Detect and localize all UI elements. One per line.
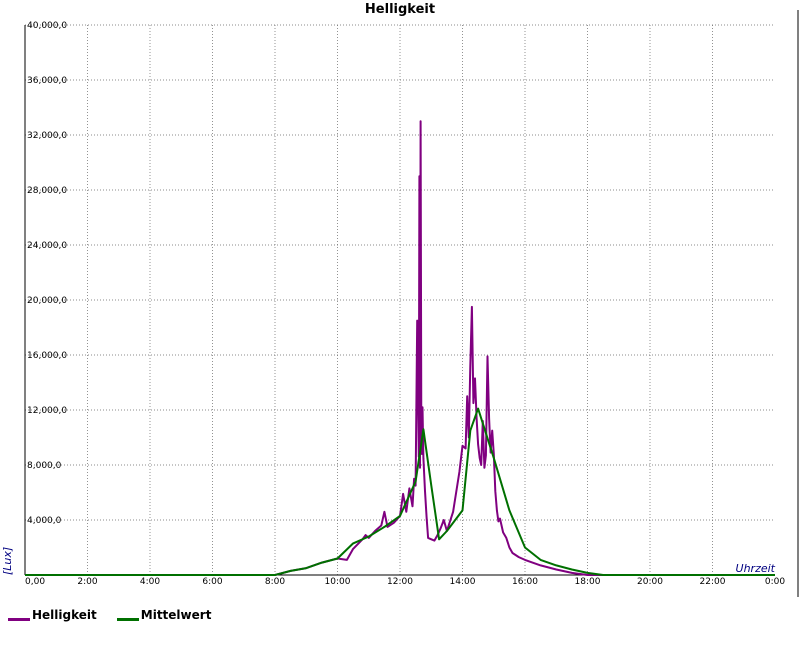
x-tick-label: 14:00	[450, 577, 476, 587]
y-tick-label: 16,000,0	[27, 351, 67, 361]
series-line-helligkeit	[25, 120, 775, 576]
x-tick-label: 10:00	[325, 577, 351, 587]
x-tick-label: 20:00	[637, 577, 663, 587]
y-tick-labels: 4,000,0 8,000,0 12,000,0 16,000,0 20,000,0 24…	[27, 21, 67, 526]
x-tick-label: 0:00	[765, 577, 785, 587]
y-tick-label: 36,000,0	[27, 76, 67, 86]
y-axis-label: [Lux]	[1, 547, 14, 575]
x-tick-label: 16:00	[512, 577, 538, 587]
legend-swatch-mittelwert	[116, 617, 139, 621]
x-tick-label: 8:00	[265, 577, 285, 587]
y-tick-label: 28,000,0	[27, 186, 67, 196]
x-tick-labels: 0,00 2:00 4:00 6:00 8:00 10:00 12:00 14:00 16:00…	[25, 577, 785, 587]
legend-label-helligkeit: Helligkeit	[32, 608, 97, 622]
legend-label-mittelwert: Mittelwert	[140, 608, 212, 622]
y-tick-label: 24,000,0	[27, 241, 67, 251]
y-tick-label: 4,000,0	[27, 516, 62, 526]
legend-item-helligkeit: Helligkeit	[8, 608, 97, 622]
y-tick-label: 20,000,0	[27, 296, 67, 306]
legend-swatch-helligkeit	[8, 617, 30, 621]
x-tick-label: 4:00	[140, 577, 160, 587]
y-tick-label: 32,000,0	[27, 131, 67, 141]
y-tick-label: 8,000,0	[27, 461, 62, 471]
chart-title: Helligkeit	[365, 2, 435, 17]
y-tick-label: 40,000,0	[27, 21, 67, 31]
x-tick-label: 0,00	[25, 577, 45, 587]
series-lines	[25, 120, 775, 576]
x-tick-label: 2:00	[77, 577, 97, 587]
legend: Helligkeit Mittelwert	[8, 608, 211, 622]
y-tick-label: 12,000,0	[27, 406, 67, 416]
grid-lines	[25, 24, 775, 575]
legend-item-mittelwert: Mittelwert	[116, 608, 212, 622]
brightness-chart: Helligkeit 4,000,0 8,000,0 12,000,0 16,000,…	[1, 2, 799, 597]
x-tick-label: 18:00	[575, 577, 601, 587]
axes	[24, 10, 799, 597]
x-tick-label: 6:00	[202, 577, 222, 587]
x-tick-label: 22:00	[700, 577, 726, 587]
x-axis-label: Uhrzeit	[736, 562, 776, 575]
x-tick-label: 12:00	[387, 577, 413, 587]
